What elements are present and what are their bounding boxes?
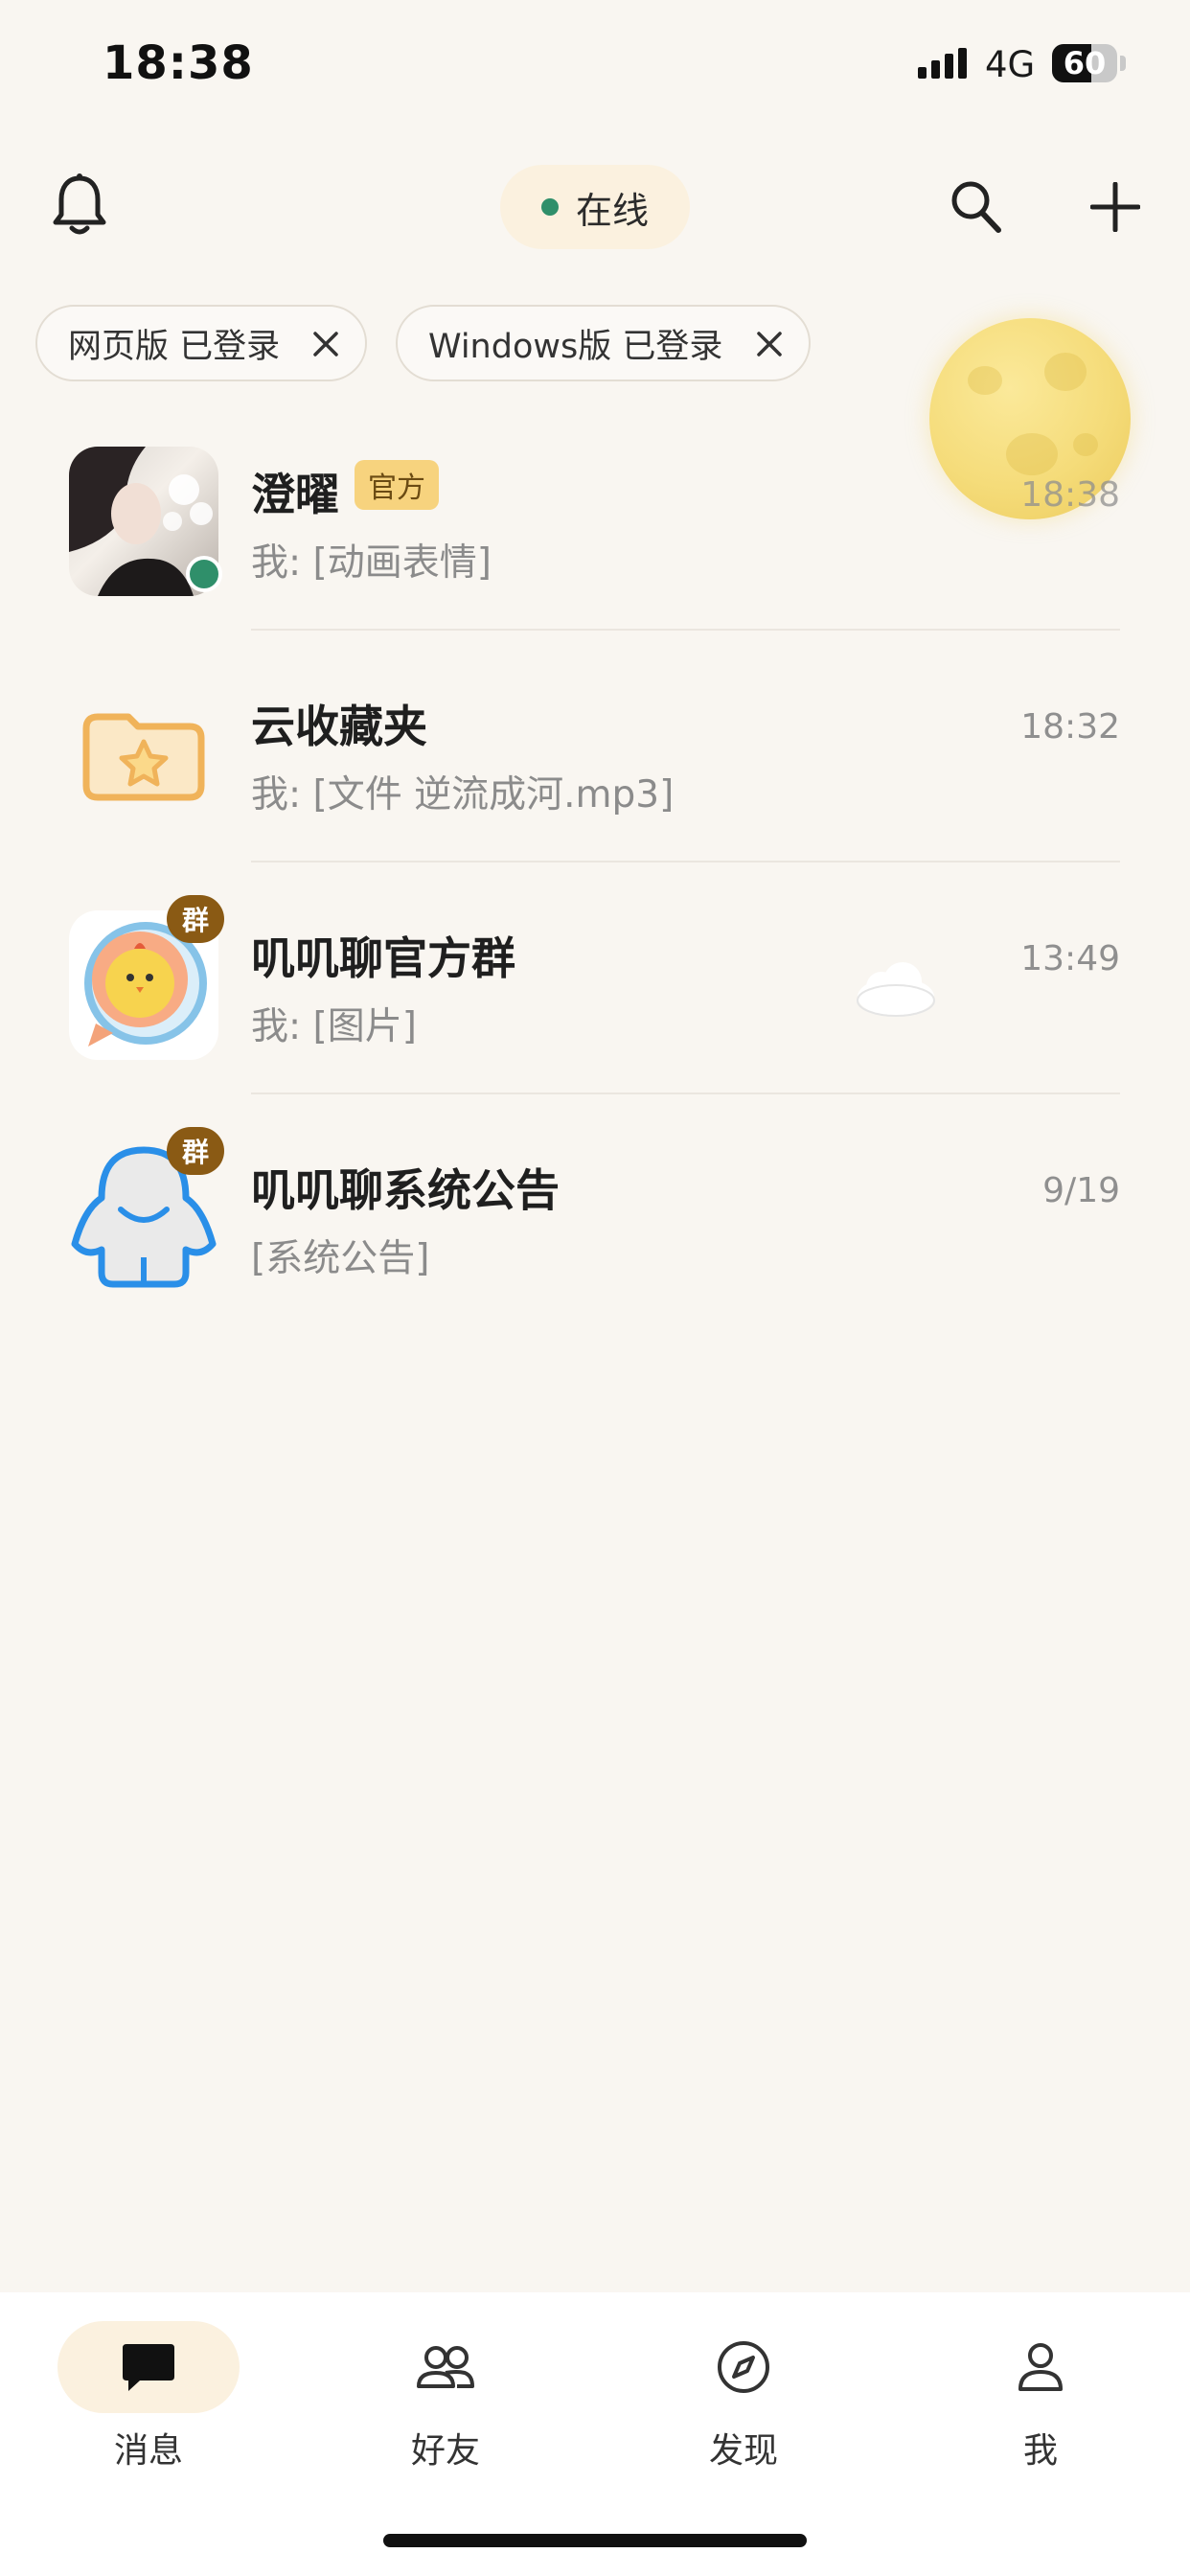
home-indicator[interactable] bbox=[383, 2534, 807, 2547]
chat-name: 澄曜 bbox=[251, 469, 339, 520]
close-icon[interactable] bbox=[311, 330, 340, 358]
signal-icon bbox=[918, 48, 967, 79]
tab-me[interactable]: 我 bbox=[945, 2321, 1136, 2474]
battery-nub bbox=[1120, 56, 1126, 71]
compass-icon bbox=[718, 2341, 769, 2393]
chat-item[interactable]: 云收藏夹 我: [文件 逆流成河.mp3] 18:32 bbox=[0, 631, 1190, 862]
chat-time: 18:32 bbox=[1020, 707, 1120, 747]
message-icon-wrap bbox=[57, 2321, 240, 2413]
chip-label: Windows版 已登录 bbox=[428, 327, 723, 366]
profile-icon bbox=[1018, 2343, 1063, 2391]
status-time: 18:38 bbox=[103, 36, 254, 90]
official-badge: 官方 bbox=[355, 460, 439, 510]
chat-preview: [系统公告] bbox=[251, 1237, 430, 1280]
windows-login-chip[interactable]: Windows版 已登录 bbox=[396, 305, 811, 381]
chat-name: 叽叽聊系统公告 bbox=[251, 1164, 560, 1216]
tab-label: 好友 bbox=[410, 2431, 480, 2471]
group-badge: 群 bbox=[167, 1127, 224, 1175]
chat-name: 云收藏夹 bbox=[251, 701, 427, 752]
chat-item[interactable]: 澄曜 我: [动画表情] 18:38 bbox=[0, 399, 1190, 631]
friends-icon bbox=[417, 2346, 474, 2388]
web-login-chip[interactable]: 网页版 已登录 bbox=[35, 305, 367, 381]
chat-preview: 我: [文件 逆流成河.mp3] bbox=[251, 773, 675, 816]
close-icon[interactable] bbox=[755, 330, 784, 358]
chat-preview: 我: [图片] bbox=[251, 1005, 417, 1048]
chip-label: 网页版 已登录 bbox=[68, 327, 281, 366]
compass-icon-wrap bbox=[652, 2321, 835, 2413]
folder-star-icon bbox=[82, 713, 205, 801]
tab-label: 发现 bbox=[708, 2431, 778, 2471]
chat-time: 9/19 bbox=[1042, 1171, 1120, 1210]
battery-indicator: 60 bbox=[1052, 44, 1117, 82]
battery-level: 60 bbox=[1063, 45, 1107, 81]
chat-name: 叽叽聊官方群 bbox=[251, 932, 515, 984]
message-icon bbox=[123, 2344, 174, 2391]
friends-icon-wrap bbox=[355, 2321, 537, 2413]
presence-label: 在线 bbox=[575, 189, 649, 232]
tab-friends[interactable]: 好友 bbox=[350, 2321, 541, 2474]
online-indicator bbox=[186, 556, 222, 592]
chat-time: 13:49 bbox=[1020, 939, 1120, 978]
group-badge: 群 bbox=[167, 895, 224, 943]
chat-preview: 我: [动画表情] bbox=[251, 541, 492, 585]
search-icon[interactable] bbox=[949, 178, 1002, 234]
tab-discover[interactable]: 发现 bbox=[648, 2321, 839, 2474]
cloud-decoration bbox=[857, 962, 935, 1017]
profile-icon-wrap bbox=[950, 2321, 1132, 2413]
tab-label: 消息 bbox=[113, 2431, 183, 2471]
chat-time: 18:38 bbox=[1020, 475, 1120, 515]
avatar bbox=[69, 678, 218, 828]
network-label: 4G bbox=[985, 44, 1036, 85]
tab-messages[interactable]: 消息 bbox=[53, 2321, 244, 2474]
tab-label: 我 bbox=[1022, 2431, 1058, 2471]
online-status-dot bbox=[540, 198, 559, 216]
presence-status-toggle[interactable]: 在线 bbox=[500, 165, 690, 249]
bell-icon[interactable] bbox=[50, 172, 109, 238]
add-icon[interactable] bbox=[1090, 182, 1140, 232]
